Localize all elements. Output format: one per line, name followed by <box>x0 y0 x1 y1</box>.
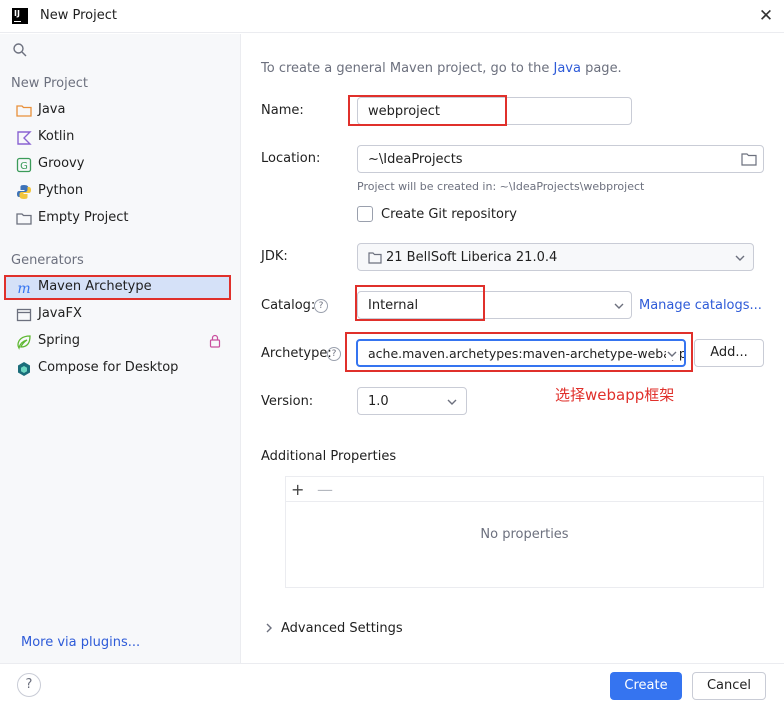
sidebar-item-label: Maven Archetype <box>38 279 152 294</box>
more-via-plugins-link[interactable]: More via plugins... <box>21 635 140 650</box>
archetype-help-icon[interactable]: ? <box>327 347 341 361</box>
sidebar-item-spring[interactable]: Spring <box>0 329 241 355</box>
java-link[interactable]: Java <box>553 61 580 76</box>
catalog-label: Catalog: <box>261 298 316 313</box>
location-value: ~\IdeaProjects <box>368 152 463 167</box>
empty-properties-text: No properties <box>480 527 569 542</box>
compose-icon <box>18 362 30 376</box>
version-value: 1.0 <box>368 394 389 409</box>
sidebar-item-empty-project[interactable]: Empty Project <box>0 206 241 232</box>
version-label: Version: <box>261 394 314 409</box>
chevron-down-icon <box>614 303 624 309</box>
highlight-box-name <box>348 95 507 126</box>
sidebar-item-groovy[interactable]: G Groovy <box>0 152 241 178</box>
svg-text:G: G <box>20 161 28 172</box>
chevron-right-icon[interactable] <box>264 622 274 634</box>
python-icon <box>17 185 31 199</box>
highlight-box-catalog <box>355 285 485 321</box>
new-project-header: New Project <box>11 76 88 91</box>
intro-text: To create a general Maven project, go to… <box>261 61 622 76</box>
location-label: Location: <box>261 151 321 166</box>
catalog-help-icon[interactable]: ? <box>314 299 328 313</box>
annotation-text: 选择webapp框架 <box>555 386 675 404</box>
close-button[interactable]: ✕ <box>756 6 776 26</box>
empty-project-icon <box>16 213 32 225</box>
javafx-icon <box>16 308 32 322</box>
generators-header: Generators <box>11 253 84 268</box>
add-archetype-button[interactable]: Add... <box>694 339 764 367</box>
additional-properties-header: Additional Properties <box>261 449 397 464</box>
manage-catalogs-link[interactable]: Manage catalogs... <box>639 298 762 313</box>
sidebar-item-label: Empty Project <box>38 210 129 225</box>
help-button[interactable]: ? <box>17 673 41 697</box>
kotlin-icon <box>17 131 32 145</box>
chevron-down-icon <box>735 255 745 261</box>
cancel-button[interactable]: Cancel <box>692 672 766 700</box>
sidebar-item-label: Groovy <box>38 156 85 171</box>
sidebar-item-label: Compose for Desktop <box>38 360 179 375</box>
groovy-icon: G <box>16 157 32 173</box>
sidebar: New Project Java Kotlin G Groovy Python … <box>0 34 241 663</box>
remove-property-button: — <box>317 480 333 499</box>
intro-suffix: page. <box>585 61 622 76</box>
location-field[interactable]: ~\IdeaProjects <box>357 145 764 173</box>
sidebar-item-java[interactable]: Java <box>0 98 241 124</box>
version-dropdown[interactable]: 1.0 <box>357 387 467 415</box>
intro-prefix: To create a general Maven project, go to… <box>261 61 550 76</box>
sidebar-item-label: JavaFX <box>38 306 82 321</box>
sidebar-item-label: Python <box>38 183 84 198</box>
sidebar-item-python[interactable]: Python <box>0 179 241 205</box>
jdk-folder-icon <box>368 252 382 264</box>
spring-icon <box>17 335 31 350</box>
create-git-repository-label[interactable]: Create Git repository <box>381 207 517 222</box>
search-icon[interactable] <box>12 42 28 58</box>
java-folder-icon <box>16 105 32 117</box>
jdk-label: JDK: <box>261 249 288 264</box>
intellij-logo-icon: IJ <box>12 8 28 24</box>
sidebar-item-maven-archetype[interactable]: m Maven Archetype <box>0 275 241 301</box>
sidebar-item-label: Java <box>38 102 66 117</box>
archetype-label: Archetype: <box>261 346 332 361</box>
jdk-dropdown[interactable]: 21 BellSoft Liberica 21.0.4 <box>357 243 754 271</box>
dialog-footer: ? Create Cancel <box>0 663 784 706</box>
add-property-button[interactable]: + <box>291 480 304 499</box>
location-hint: Project will be created in: ~\IdeaProjec… <box>357 180 645 193</box>
advanced-settings-toggle[interactable]: Advanced Settings <box>281 621 403 636</box>
lock-icon <box>209 334 221 348</box>
title-bar: IJ New Project ✕ <box>0 0 784 33</box>
window-title: New Project <box>40 8 117 23</box>
create-git-repository-checkbox[interactable] <box>357 206 373 222</box>
sidebar-item-label: Kotlin <box>38 129 75 144</box>
sidebar-item-compose-for-desktop[interactable]: Compose for Desktop <box>0 356 241 382</box>
name-label: Name: <box>261 103 304 118</box>
maven-icon: m <box>17 281 30 296</box>
sidebar-item-kotlin[interactable]: Kotlin <box>0 125 241 151</box>
sidebar-item-javafx[interactable]: JavaFX <box>0 302 241 328</box>
create-button[interactable]: Create <box>610 672 682 700</box>
chevron-down-icon <box>447 399 457 405</box>
svg-text:m: m <box>17 281 30 296</box>
highlight-box-archetype <box>345 332 693 372</box>
sidebar-item-label: Spring <box>38 333 80 348</box>
jdk-value: 21 BellSoft Liberica 21.0.4 <box>386 250 558 265</box>
folder-browse-icon[interactable] <box>741 152 757 166</box>
properties-toolbar <box>285 476 764 502</box>
